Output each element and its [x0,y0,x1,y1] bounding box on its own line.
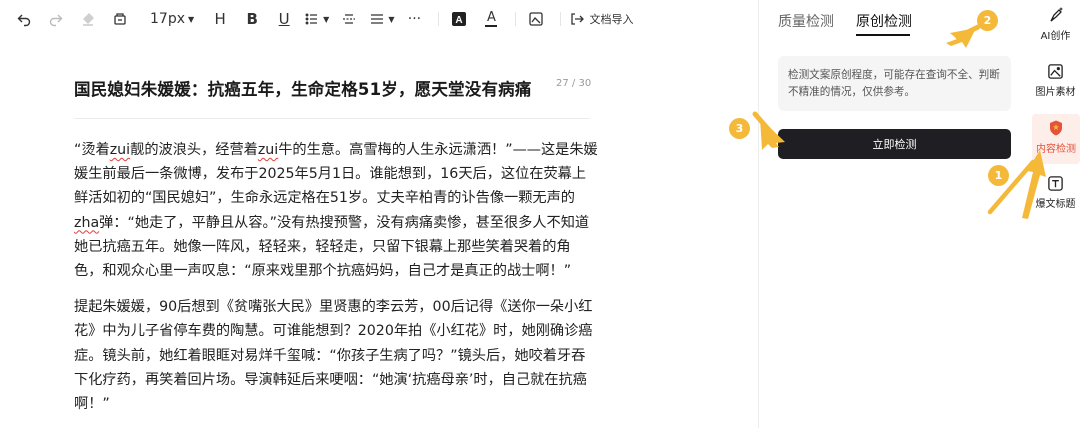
font-size-value: 17px [150,11,185,27]
text-color-bar [485,25,498,27]
step-badge-1: 1 [988,165,1009,186]
image-button[interactable] [524,7,548,31]
rail-item-content-check[interactable]: 内容检测 [1032,114,1080,164]
active-tab-indicator [856,34,910,36]
spelling-flag[interactable]: zui [258,142,278,158]
highlight-button[interactable]: A [447,7,471,31]
tab-originality-check[interactable]: 原创检测 [856,11,912,31]
import-label: 文档导入 [589,13,634,26]
rail-item-image-assets[interactable]: 图片素材 [1031,62,1080,98]
bullet-list-icon [305,13,318,25]
more-button[interactable]: ··· [402,7,426,31]
horizontal-rule-icon [343,14,356,24]
bold-label: B [246,10,258,28]
ai-pen-icon [1047,6,1065,24]
toolbar-divider [515,12,517,26]
title-char-count: 27 / 30 [556,78,592,89]
editor-toolbar: 17px ▼ H B U ▼ ▼ ··· A A 文档导入 [0,0,758,38]
tab-quality-check[interactable]: 质量检测 [778,11,834,31]
rail-label: 爆文标题 [1035,199,1076,210]
paragraph-text: 弹：“她走了，平静且从容。”没有热搜预警，没有病痛卖惨，甚至很多人不知道她已抗癌… [74,214,590,280]
paragraph-text: “烫着 [74,142,110,158]
document-title[interactable]: 国民媳妇朱媛媛：抗癌五年，生命定格51岁，愿天堂没有病痛 [74,76,532,100]
image-icon [1047,62,1065,80]
import-document-button[interactable]: 文档导入 [569,7,633,31]
svg-text:A: A [456,15,463,26]
caret-down-icon: ▼ [323,14,330,24]
more-label: ··· [407,11,422,27]
check-now-label: 立即检测 [872,138,917,151]
highlight-icon: A [452,12,467,26]
spelling-flag[interactable]: zha [74,215,99,231]
rail-label: AI创作 [1040,31,1071,42]
title-divider [74,118,590,119]
step-badge-2: 2 [977,10,998,31]
document-body[interactable]: “烫着zui靓的波浪头，经营着zui牛的生意。高雪梅的人生永远潇洒！”——这是朱… [74,138,598,428]
caret-down-icon: ▼ [388,14,395,24]
rail-item-viral-title[interactable]: 爆文标题 [1031,174,1080,210]
heading-button[interactable]: H [208,7,232,31]
toolbar-divider [438,12,440,26]
format-painter-icon[interactable] [108,7,132,31]
heading-label: H [214,10,226,28]
paragraph-text: 靓的波浪头，经营着 [130,142,258,158]
text-color-button[interactable]: A [479,7,503,31]
document-area[interactable]: 国民媳妇朱媛媛：抗癌五年，生命定格51岁，愿天堂没有病痛 27 / 30 “烫着… [0,38,758,428]
paragraph-1[interactable]: “烫着zui靓的波浪头，经营着zui牛的生意。高雪梅的人生永远潇洒！”——这是朱… [74,138,598,283]
rail-item-ai-create[interactable]: AI创作 [1031,6,1080,42]
underline-button[interactable]: U [272,7,296,31]
paragraph-2[interactable]: 提起朱媛媛，90后想到《贫嘴张大民》里贤惠的李云芳，00后记得《送你一朵小红花》… [74,295,598,416]
text-color-label: A [487,10,496,26]
align-button[interactable]: ▼ [369,7,394,31]
clear-format-icon[interactable] [76,7,100,31]
underline-label: U [278,10,290,28]
rail-label: 图片素材 [1035,87,1076,98]
rail-label: 内容检测 [1036,144,1076,155]
image-icon [529,12,544,26]
shield-icon [1047,119,1065,137]
align-icon [371,14,384,24]
list-button[interactable]: ▼ [304,7,329,31]
import-icon [571,13,585,25]
check-now-button[interactable]: 立即检测 [778,129,1011,159]
step-badge-3: 3 [729,118,750,139]
undo-icon[interactable] [12,7,36,31]
toolbar-divider [560,12,562,26]
originality-notice: 检测文案原创程度，可能存在查询不全、判断不精准的情况，仅供参考。 [778,56,1011,111]
font-size-select[interactable]: 17px ▼ [150,7,194,31]
caret-down-icon: ▼ [188,14,195,24]
detection-panel: 质量检测 原创检测 检测文案原创程度，可能存在查询不全、判断不精准的情况，仅供参… [759,0,1031,428]
redo-icon[interactable] [44,7,68,31]
editor-app: 17px ▼ H B U ▼ ▼ ··· A A 文档导入 国民媳妇朱媛媛：抗癌… [0,0,1080,428]
side-rail: AI创作 图片素材 内容检测 爆文标题 [1031,0,1080,428]
text-box-icon [1047,174,1065,192]
bold-button[interactable]: B [240,7,264,31]
spelling-flag[interactable]: zui [110,142,130,158]
divider-button[interactable] [337,7,361,31]
